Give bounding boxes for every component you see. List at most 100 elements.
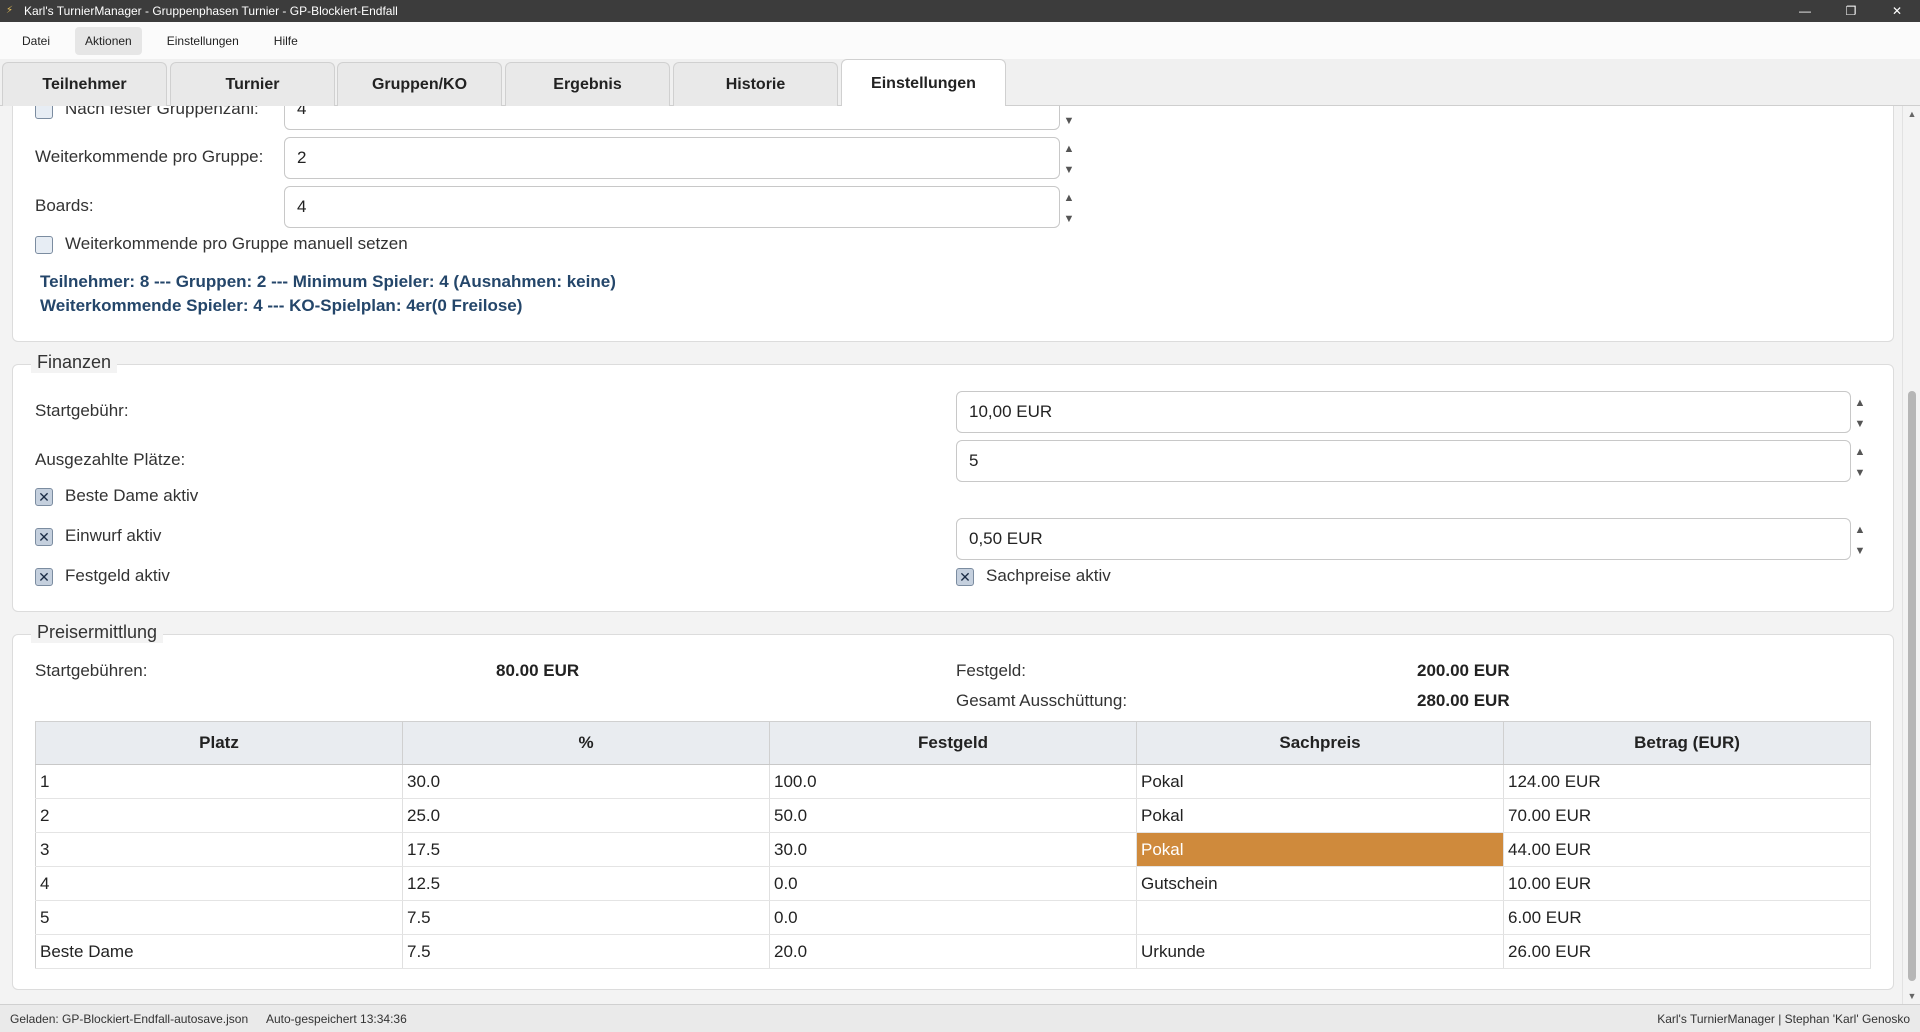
cell-prozent[interactable]: 7.5 — [402, 934, 770, 969]
cell-betrag: 44.00 EUR — [1503, 832, 1871, 867]
cell-betrag: 124.00 EUR — [1503, 764, 1871, 799]
cell-betrag: 6.00 EUR — [1503, 900, 1871, 935]
finanzen-panel: Finanzen Startgebühr: 10,00 EUR ▲ ▼ Ausge… — [12, 352, 1894, 612]
maximize-button[interactable]: ❐ — [1828, 0, 1874, 22]
cell-betrag: 10.00 EUR — [1503, 866, 1871, 901]
chevron-down-icon[interactable]: ▼ — [1850, 540, 1870, 561]
chevron-down-icon[interactable]: ▼ — [1059, 110, 1079, 131]
sachpreise-label: Sachpreise aktiv — [986, 566, 1111, 585]
table-row[interactable]: 5 7.5 0.0 6.00 EUR — [35, 900, 1871, 935]
einwurf-spinner[interactable]: 0,50 EUR ▲ ▼ — [956, 518, 1865, 560]
cell-sachpreis-selected[interactable]: Pokal — [1136, 832, 1504, 867]
cell-platz[interactable]: Beste Dame — [35, 934, 403, 969]
chevron-up-icon[interactable]: ▲ — [1850, 519, 1870, 540]
cell-sachpreis[interactable]: Gutschein — [1136, 866, 1504, 901]
tab-gruppen-ko[interactable]: Gruppen/KO — [337, 62, 502, 106]
cell-prozent[interactable]: 17.5 — [402, 832, 770, 867]
minimize-button[interactable]: — — [1782, 0, 1828, 22]
scroll-up-icon[interactable]: ▲ — [1903, 106, 1920, 122]
gesamt-value: 280.00 EUR — [1417, 691, 1510, 710]
cell-prozent[interactable]: 30.0 — [402, 764, 770, 799]
cell-prozent[interactable]: 25.0 — [402, 798, 770, 833]
table-row[interactable]: 2 25.0 50.0 Pokal 70.00 EUR — [35, 798, 1871, 833]
fixed-group-spinner[interactable]: 4 ▲▼ — [284, 106, 1074, 130]
table-row[interactable]: 3 17.5 30.0 Pokal 44.00 EUR — [35, 832, 1871, 867]
tab-turnier[interactable]: Turnier — [170, 62, 335, 106]
cell-platz[interactable]: 1 — [35, 764, 403, 799]
cell-festgeld[interactable]: 0.0 — [769, 866, 1137, 901]
groups-panel: Nach fester Gruppenzahl: 4 ▲▼ Weiterkomm… — [12, 106, 1894, 342]
cell-sachpreis[interactable]: Pokal — [1136, 798, 1504, 833]
cell-platz[interactable]: 2 — [35, 798, 403, 833]
close-button[interactable]: ✕ — [1874, 0, 1920, 22]
festgeld-sum-value: 200.00 EUR — [1417, 661, 1510, 680]
cell-platz[interactable]: 5 — [35, 900, 403, 935]
table-header-row: Platz % Festgeld Sachpreis Betrag (EUR) — [35, 721, 1871, 765]
column-header-sachpreis[interactable]: Sachpreis — [1136, 721, 1504, 765]
advancing-spinner[interactable]: 2 ▲ ▼ — [284, 137, 1074, 179]
startgebuehren-label: Startgebühren: — [35, 661, 148, 680]
tab-ergebnis[interactable]: Ergebnis — [505, 62, 670, 106]
menu-hilfe[interactable]: Hilfe — [264, 27, 308, 55]
column-header-platz[interactable]: Platz — [35, 721, 403, 765]
table-row[interactable]: 4 12.5 0.0 Gutschein 10.00 EUR — [35, 866, 1871, 901]
menu-aktionen[interactable]: Aktionen — [75, 26, 142, 55]
cell-betrag: 26.00 EUR — [1503, 934, 1871, 969]
cell-betrag: 70.00 EUR — [1503, 798, 1871, 833]
startgebuehr-label: Startgebühr: — [35, 401, 129, 420]
advancing-label: Weiterkommende pro Gruppe: — [35, 147, 264, 166]
chevron-up-icon[interactable]: ▲ — [1059, 187, 1079, 208]
cell-festgeld[interactable]: 20.0 — [769, 934, 1137, 969]
status-bar: Geladen: GP-Blockiert-Endfall-autosave.j… — [0, 1004, 1920, 1032]
vertical-scrollbar[interactable]: ▲ ▼ — [1902, 106, 1920, 1004]
chevron-up-icon[interactable]: ▲ — [1850, 392, 1870, 413]
status-loaded-file: Geladen: GP-Blockiert-Endfall-autosave.j… — [10, 1012, 249, 1026]
preisermittlung-legend: Preisermittlung — [31, 622, 164, 643]
menu-datei[interactable]: Datei — [12, 27, 60, 55]
tab-einstellungen[interactable]: Einstellungen — [841, 59, 1006, 107]
sachpreise-checkbox[interactable]: ✕ — [956, 568, 974, 586]
scroll-down-icon[interactable]: ▼ — [1903, 988, 1920, 1004]
cell-sachpreis[interactable]: Pokal — [1136, 764, 1504, 799]
boards-spinner[interactable]: 4 ▲ ▼ — [284, 186, 1074, 228]
einwurf-value: 0,50 EUR — [969, 529, 1043, 548]
cell-prozent[interactable]: 7.5 — [402, 900, 770, 935]
manual-advancing-label: Weiterkommende pro Gruppe manuell setzen — [65, 234, 408, 253]
chevron-up-icon[interactable]: ▲ — [1059, 138, 1079, 159]
beste-dame-checkbox[interactable]: ✕ — [35, 488, 53, 506]
column-header-festgeld[interactable]: Festgeld — [769, 721, 1137, 765]
cell-festgeld[interactable]: 30.0 — [769, 832, 1137, 867]
einwurf-checkbox[interactable]: ✕ — [35, 528, 53, 546]
chevron-up-icon[interactable]: ▲ — [1850, 441, 1870, 462]
status-autosave: Auto-gespeichert 13:34:36 — [266, 1012, 407, 1026]
scrollbar-thumb[interactable] — [1908, 391, 1916, 981]
cell-festgeld[interactable]: 100.0 — [769, 764, 1137, 799]
cell-festgeld[interactable]: 50.0 — [769, 798, 1137, 833]
chevron-down-icon[interactable]: ▼ — [1850, 462, 1870, 483]
table-row[interactable]: 1 30.0 100.0 Pokal 124.00 EUR — [35, 764, 1871, 799]
manual-advancing-checkbox[interactable] — [35, 236, 53, 254]
fixed-group-checkbox[interactable] — [35, 106, 53, 119]
chevron-down-icon[interactable]: ▼ — [1059, 208, 1079, 229]
plaetze-value: 5 — [969, 451, 979, 470]
plaetze-spinner[interactable]: 5 ▲ ▼ — [956, 440, 1865, 482]
cell-festgeld[interactable]: 0.0 — [769, 900, 1137, 935]
menu-einstellungen[interactable]: Einstellungen — [157, 27, 249, 55]
cell-sachpreis[interactable]: Urkunde — [1136, 934, 1504, 969]
plaetze-label: Ausgezahlte Plätze: — [35, 450, 186, 469]
tab-teilnehmer[interactable]: Teilnehmer — [2, 62, 167, 106]
cell-platz[interactable]: 4 — [35, 866, 403, 901]
cell-prozent[interactable]: 12.5 — [402, 866, 770, 901]
chevron-down-icon[interactable]: ▼ — [1059, 159, 1079, 180]
settings-content: Nach fester Gruppenzahl: 4 ▲▼ Weiterkomm… — [0, 106, 1902, 1004]
startgebuehr-spinner[interactable]: 10,00 EUR ▲ ▼ — [956, 391, 1865, 433]
tab-historie[interactable]: Historie — [673, 62, 838, 106]
chevron-down-icon[interactable]: ▼ — [1850, 413, 1870, 434]
cell-sachpreis[interactable] — [1136, 900, 1504, 935]
festgeld-checkbox[interactable]: ✕ — [35, 568, 53, 586]
table-row[interactable]: Beste Dame 7.5 20.0 Urkunde 26.00 EUR — [35, 934, 1871, 969]
gesamt-label: Gesamt Ausschüttung: — [956, 691, 1128, 710]
column-header-betrag[interactable]: Betrag (EUR) — [1503, 721, 1871, 765]
cell-platz[interactable]: 3 — [35, 832, 403, 867]
column-header-prozent[interactable]: % — [402, 721, 770, 765]
